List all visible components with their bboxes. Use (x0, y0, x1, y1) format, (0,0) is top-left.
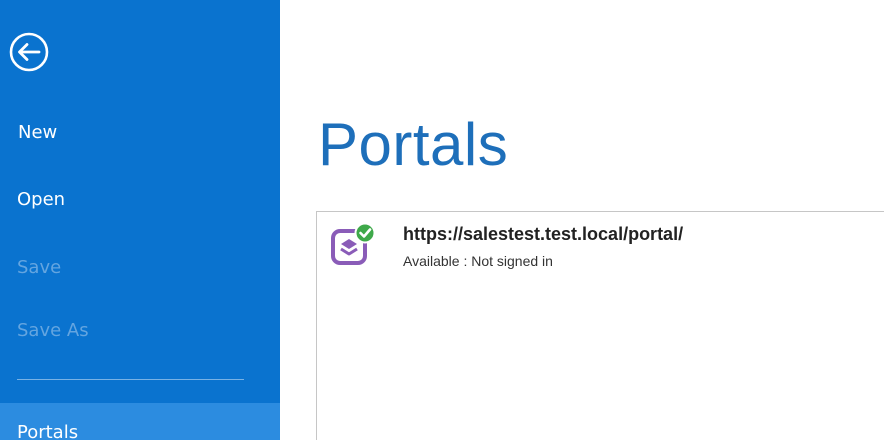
back-arrow-icon (9, 32, 49, 72)
portal-list-item[interactable]: https://salestest.test.local/portal/ Ava… (317, 212, 877, 274)
backstage-sidebar: New Open Save Save As Portals (0, 0, 280, 440)
app-window: New Open Save Save As Portals Portals ht… (0, 0, 884, 440)
nav-save[interactable]: Save (0, 248, 280, 288)
nav-portals[interactable]: Portals (0, 403, 280, 440)
page-title: Portals (318, 111, 509, 178)
portal-status: Available : Not signed in (403, 253, 553, 269)
nav-new[interactable]: New (0, 113, 280, 153)
portal-list: https://salestest.test.local/portal/ Ava… (316, 211, 884, 440)
nav-open[interactable]: Open (0, 180, 280, 220)
portal-checkmark-icon (329, 222, 377, 270)
back-button[interactable] (8, 31, 50, 73)
portal-url: https://salestest.test.local/portal/ (403, 224, 684, 244)
sidebar-divider (17, 379, 244, 380)
nav-save-as[interactable]: Save As (0, 311, 280, 351)
